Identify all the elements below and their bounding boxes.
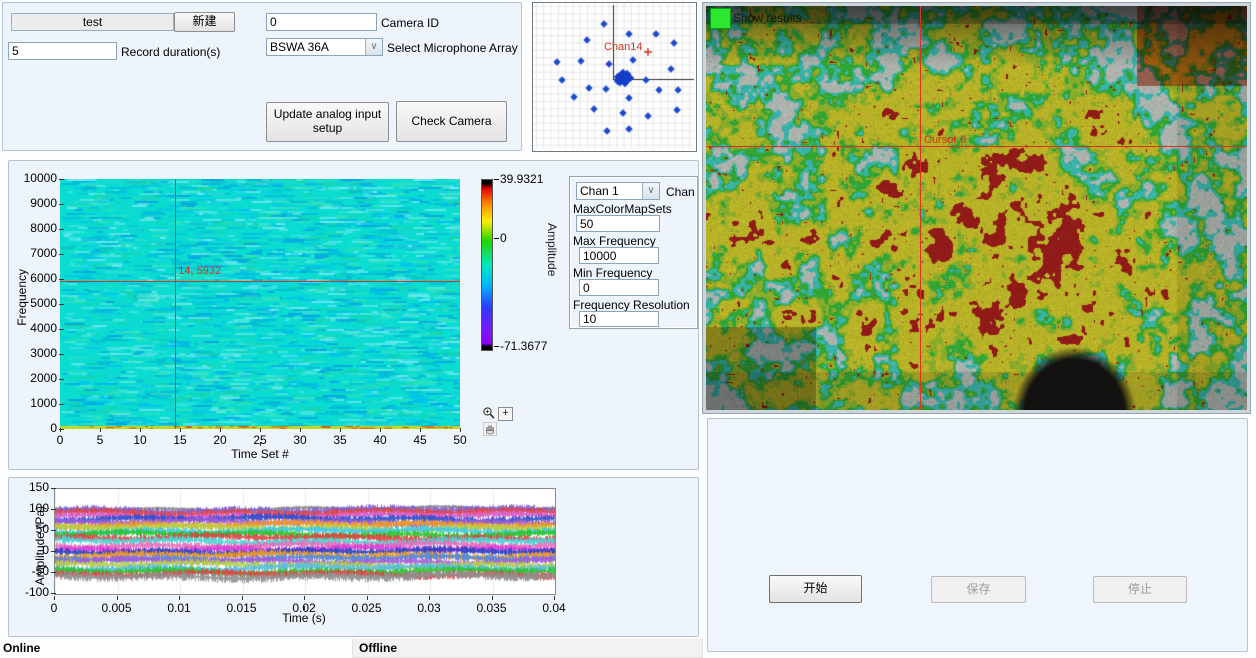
image-cursor-hline[interactable] [706, 146, 1247, 147]
waveform-y-tick-label: 100 [15, 501, 49, 515]
spectrogram-y-tick-label: 5000 [17, 296, 57, 310]
mic-array-cursor-label: Chan14 [604, 41, 643, 53]
waveform-y-tick-label: 0 [15, 543, 49, 557]
camera-image-panel: Cursor 0 Show results [702, 2, 1251, 414]
waveform-x-tick-label: 0.005 [95, 601, 139, 615]
frequency-resolution-label: Frequency Resolution [573, 298, 690, 312]
waveform-canvas[interactable] [54, 488, 556, 595]
spectrogram-y-tick-label: 8000 [17, 221, 57, 235]
spectrogram-x-tick-label: 45 [405, 433, 435, 447]
mic-array-scatter-canvas [533, 3, 694, 149]
chevron-down-icon[interactable]: ∨ [365, 39, 382, 55]
waveform-panel: Amplitude (Pa) Time (s) 150100500-50-100… [8, 477, 699, 637]
chevron-down-icon[interactable]: ∨ [642, 183, 659, 199]
check-camera-button[interactable]: Check Camera [396, 101, 507, 142]
spectrogram-cursor-readout: 14, 5932 [178, 265, 221, 277]
colorbar-mid-label: 0 [494, 231, 507, 245]
spectrogram-x-tick-label: 40 [365, 433, 395, 447]
channel-select[interactable]: Chan 1 ∨ [576, 182, 660, 200]
acoustic-map-overlay: Cursor 0 Show results [706, 6, 1247, 410]
colorbar-max-label: 39.9321 [494, 172, 543, 186]
cursor-tool-icon[interactable]: + [498, 407, 513, 421]
channel-selected-value: Chan 1 [577, 183, 642, 199]
waveform-y-tick-label: 50 [15, 522, 49, 536]
spectrogram-canvas[interactable] [60, 179, 460, 429]
waveform-x-tick-label: 0.03 [407, 601, 451, 615]
spectrogram-y-tick-label: 7000 [17, 246, 57, 260]
waveform-x-tick-label: 0.035 [470, 601, 514, 615]
spectrogram-y-tick-label: 1000 [17, 396, 57, 410]
waveform-x-tick-label: 0.01 [157, 601, 201, 615]
colorbar-min-label: -71.3677 [494, 339, 547, 353]
spectrogram-y-tick-label: 6000 [17, 271, 57, 285]
spectrogram-y-tick-label: 9000 [17, 196, 57, 210]
mic-array-select[interactable]: BSWA 36A ∨ [266, 38, 383, 56]
spectrogram-x-tick-label: 35 [325, 433, 355, 447]
record-duration-input[interactable] [8, 42, 117, 60]
mic-array-label: Select Microphone Array [387, 41, 518, 55]
waveform-x-tick-label: 0 [32, 601, 76, 615]
spectrogram-x-tick-label: 0 [45, 433, 75, 447]
offline-status-bar: Offline [352, 638, 703, 658]
waveform-y-tick-label: -50 [15, 564, 49, 578]
spectrogram-x-tick-label: 30 [285, 433, 315, 447]
waveform-x-tick-label: 0.015 [220, 601, 264, 615]
spectrogram-x-tick-label: 25 [245, 433, 275, 447]
spectrogram-cursor-vline[interactable] [175, 179, 176, 429]
spectrogram-x-tick-label: 50 [445, 433, 475, 447]
camera-id-input[interactable] [266, 13, 377, 31]
waveform-y-tick-label: 150 [15, 480, 49, 494]
record-duration-label: Record duration(s) [121, 45, 220, 59]
waveform-y-tick-label: -100 [15, 585, 49, 599]
spectrogram-y-tick-label: 10000 [17, 171, 57, 185]
image-cursor-vline[interactable] [920, 6, 921, 410]
waveform-x-tick-label: 0.025 [345, 601, 389, 615]
show-results-label: Show results [733, 11, 802, 25]
stop-button[interactable]: 停止 [1093, 576, 1187, 603]
spectrogram-y-tick-label: 3000 [17, 346, 57, 360]
waveform-x-tick-label: 0.04 [532, 601, 576, 615]
update-analog-input-button[interactable]: Update analog input setup [266, 102, 389, 142]
min-frequency-label: Min Frequency [573, 266, 652, 280]
max-colormap-label: MaxColorMapSets [573, 202, 672, 216]
spectrogram-cursor-hline[interactable] [60, 281, 460, 282]
spectrogram-display-controls: Chan 1 ∨ Chan MaxColorMapSets Max Freque… [569, 176, 698, 329]
max-colormap-input[interactable] [576, 215, 660, 232]
min-frequency-input[interactable] [579, 279, 659, 296]
offline-status-label: Offline [359, 641, 397, 655]
image-cursor-label: Cursor 0 [924, 134, 966, 146]
spectrogram-y-tick-label: 2000 [17, 371, 57, 385]
test-name-input[interactable] [11, 13, 174, 31]
zoom-tool-icon[interactable] [482, 406, 496, 420]
save-button[interactable]: 保存 [931, 576, 1026, 603]
channel-label: Chan [666, 185, 695, 199]
waveform-x-tick-label: 0.02 [282, 601, 326, 615]
spectrogram-x-axis-label: Time Set # [210, 447, 310, 461]
show-results-checkbox[interactable] [710, 8, 731, 29]
online-status-label: Online [3, 641, 40, 655]
spectrogram-x-tick-label: 15 [165, 433, 195, 447]
max-frequency-label: Max Frequency [573, 234, 656, 248]
mic-array-plot-panel: Chan14 [532, 2, 697, 152]
mic-array-selected-value: BSWA 36A [267, 39, 365, 55]
spectrogram-y-tick-label: 4000 [17, 321, 57, 335]
frequency-resolution-input[interactable] [579, 311, 659, 327]
spectrogram-x-tick-label: 20 [205, 433, 235, 447]
pan-hand-tool-icon[interactable] [483, 422, 497, 436]
spectrogram-x-tick-label: 5 [85, 433, 115, 447]
new-button[interactable]: 新建 [174, 12, 235, 32]
acquisition-settings-panel: 新建 Record duration(s) Camera ID BSWA 36A… [2, 2, 522, 151]
spectrogram-panel: Frequency 14, 5932 Time Set # 39.9321 0 … [8, 160, 699, 470]
max-frequency-input[interactable] [579, 247, 659, 264]
colorbar-axis-label: Amplitude [545, 223, 559, 276]
start-button[interactable]: 开始 [769, 575, 862, 603]
actions-panel: 开始 保存 停止 [707, 418, 1248, 652]
spectrogram-x-tick-label: 10 [125, 433, 155, 447]
amplitude-colorbar [481, 179, 493, 351]
camera-id-label: Camera ID [381, 16, 439, 30]
